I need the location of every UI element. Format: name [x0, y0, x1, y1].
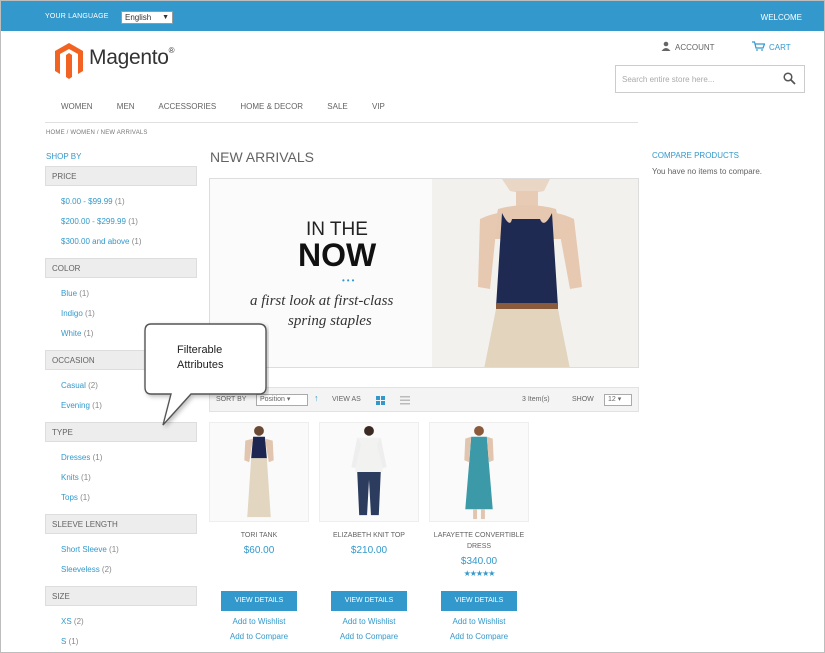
product-actions: VIEW DETAILS Add to Wishlist Add to Comp… — [209, 591, 309, 644]
promo-banner[interactable]: IN THE NOW ••• a first look at first-cla… — [209, 178, 639, 368]
language-label: YOUR LANGUAGE — [45, 13, 109, 20]
search-field[interactable]: Search entire store here... — [615, 65, 805, 93]
cart-link[interactable]: CART — [752, 41, 791, 52]
view-details-button[interactable]: VIEW DETAILS — [221, 591, 297, 611]
list-view-icon[interactable] — [400, 396, 410, 405]
banner-dots: ••• — [342, 276, 357, 285]
filter-option[interactable]: Blue (1) — [61, 284, 197, 304]
search-icon[interactable] — [783, 72, 796, 85]
nav-item-men[interactable]: MEN — [117, 102, 135, 111]
compare-products-heading: COMPARE PRODUCTS — [652, 151, 739, 160]
product-actions: VIEW DETAILS Add to Wishlist Add to Comp… — [429, 591, 529, 644]
product-card: ELIZABETH KNIT TOP $210.00 — [319, 422, 419, 556]
product-name[interactable]: LAFAYETTE CONVERTIBLE DRESS — [429, 530, 529, 552]
filter-heading-sleeve-length: SLEEVE LENGTH — [45, 514, 197, 534]
product-image[interactable] — [209, 422, 309, 522]
rating-stars-icon: ★★★★★ — [463, 569, 496, 578]
banner-line2: NOW — [298, 237, 377, 273]
account-link[interactable]: ACCOUNT — [661, 41, 715, 52]
filter-option[interactable]: $200.00 - $299.99 (1) — [61, 212, 197, 232]
add-to-wishlist-link[interactable]: Add to Wishlist — [429, 614, 529, 629]
page-frame: YOUR LANGUAGE English ▼ WELCOME Magento®… — [0, 0, 825, 653]
grid-view-icon[interactable] — [376, 396, 385, 405]
callout-bubble — [144, 323, 267, 426]
filter-option[interactable]: Tops (1) — [61, 488, 197, 508]
view-details-button[interactable]: VIEW DETAILS — [331, 591, 407, 611]
top-bar: YOUR LANGUAGE English ▼ WELCOME — [1, 1, 824, 31]
filter-option[interactable]: Sleeveless (2) — [61, 560, 197, 580]
nav-item-women[interactable]: WOMEN — [61, 102, 93, 111]
nav-item-accessories[interactable]: ACCESSORIES — [158, 102, 216, 111]
filter-option[interactable]: S (1) — [61, 632, 197, 652]
filter-option[interactable]: $300.00 and above (1) — [61, 232, 197, 252]
product-price: $210.00 — [350, 545, 388, 556]
filter-option[interactable]: Short Sleeve (1) — [61, 540, 197, 560]
search-input[interactable]: Search entire store here... — [622, 75, 715, 84]
banner-tagline: spring staples — [288, 313, 372, 329]
banner-tagline: a first look at first-class — [250, 293, 394, 309]
view-as-label: VIEW AS — [332, 396, 361, 403]
cart-icon — [752, 41, 766, 51]
nav-item-sale[interactable]: SALE — [327, 102, 347, 111]
add-to-wishlist-link[interactable]: Add to Wishlist — [319, 614, 419, 629]
language-select[interactable]: English ▼ — [121, 11, 173, 24]
chevron-down-icon: ▼ — [162, 14, 169, 21]
page-title: NEW ARRIVALS — [210, 149, 314, 165]
nav-item-home-decor[interactable]: HOME & DECOR — [240, 102, 303, 111]
show-select[interactable]: 12 ▾ — [604, 394, 632, 406]
shop-by-heading: SHOP BY — [46, 152, 82, 161]
breadcrumb[interactable]: HOME / WOMEN / NEW ARRIVALS — [46, 130, 148, 136]
filter-option[interactable]: $0.00 - $99.99 (1) — [61, 192, 197, 212]
callout-text: Filterable Attributes — [177, 344, 224, 371]
add-to-compare-link[interactable]: Add to Compare — [429, 629, 529, 644]
product-name[interactable]: TORI TANK — [209, 530, 309, 541]
product-actions: VIEW DETAILS Add to Wishlist Add to Comp… — [319, 591, 419, 644]
filter-heading-price: PRICE — [45, 166, 197, 186]
product-name[interactable]: ELIZABETH KNIT TOP — [319, 530, 419, 541]
nav-item-vip[interactable]: VIP — [372, 102, 385, 111]
show-label: SHOW — [572, 396, 594, 403]
compare-empty-text: You have no items to compare. — [652, 167, 762, 176]
add-to-wishlist-link[interactable]: Add to Wishlist — [209, 614, 309, 629]
item-count: 3 Item(s) — [522, 396, 550, 403]
user-icon — [661, 41, 671, 51]
product-card: TORI TANK $60.00 — [209, 422, 309, 556]
add-to-compare-link[interactable]: Add to Compare — [319, 629, 419, 644]
filter-option[interactable]: Knits (1) — [61, 468, 197, 488]
product-image[interactable] — [319, 422, 419, 522]
nav-divider — [45, 122, 638, 123]
magento-logo-icon[interactable] — [53, 41, 85, 79]
sort-direction-icon[interactable]: ↑ — [314, 393, 319, 403]
product-card: LAFAYETTE CONVERTIBLE DRESS $340.00 ★★★★… — [429, 422, 529, 578]
filter-heading-color: COLOR — [45, 258, 197, 278]
banner-model-image — [432, 179, 638, 367]
add-to-compare-link[interactable]: Add to Compare — [209, 629, 309, 644]
product-price: $60.00 — [243, 545, 275, 556]
filter-option[interactable]: XS (2) — [61, 612, 197, 632]
view-details-button[interactable]: VIEW DETAILS — [441, 591, 517, 611]
logo-text[interactable]: Magento® — [89, 46, 175, 70]
filter-option[interactable]: Dresses (1) — [61, 448, 197, 468]
product-image[interactable] — [429, 422, 529, 522]
product-price: $340.00 — [460, 556, 498, 567]
product-toolbar: SORT BY Position ▾ ↑ VIEW AS 3 Item(s) S… — [209, 387, 639, 412]
filter-heading-size: SIZE — [45, 586, 197, 606]
welcome-link[interactable]: WELCOME — [761, 13, 802, 22]
main-navigation: WOMEN MEN ACCESSORIES HOME & DECOR SALE … — [61, 102, 407, 111]
